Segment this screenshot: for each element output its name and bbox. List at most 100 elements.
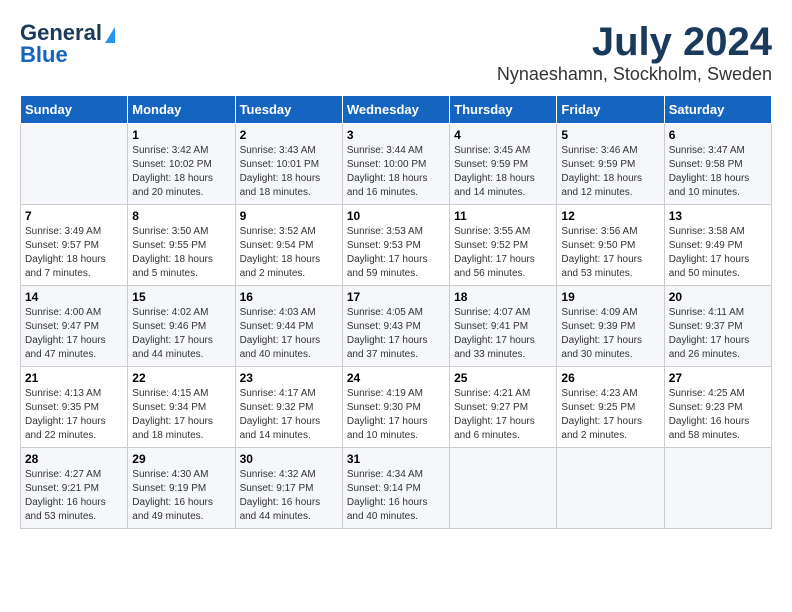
day-number: 19 (561, 290, 659, 304)
day-number: 10 (347, 209, 445, 223)
day-info: Sunrise: 3:43 AM Sunset: 10:01 PM Daylig… (240, 144, 338, 200)
day-number: 24 (347, 371, 445, 385)
calendar-cell (557, 448, 664, 529)
day-info: Sunrise: 4:19 AM Sunset: 9:30 PM Dayligh… (347, 387, 445, 443)
title-section: July 2024 Nynaeshamn, Stockholm, Sweden (497, 20, 772, 85)
day-number: 28 (25, 452, 123, 466)
day-number: 7 (25, 209, 123, 223)
day-info: Sunrise: 4:27 AM Sunset: 9:21 PM Dayligh… (25, 468, 123, 524)
day-number: 18 (454, 290, 552, 304)
calendar-cell: 31Sunrise: 4:34 AM Sunset: 9:14 PM Dayli… (342, 448, 449, 529)
weekday-header-row: SundayMondayTuesdayWednesdayThursdayFrid… (21, 96, 772, 124)
calendar-cell: 25 Sunrise: 4:21 AM Sunset: 9:27 PM Dayli… (450, 367, 557, 448)
weekday-header-thursday: Thursday (450, 96, 557, 124)
day-info: Sunrise: 3:45 AM Sunset: 9:59 PM Dayligh… (454, 144, 552, 200)
calendar-cell: 29 Sunrise: 4:30 AM Sunset: 9:19 PM Dayli… (128, 448, 235, 529)
calendar-cell (450, 448, 557, 529)
calendar-cell: 4 Sunrise: 3:45 AM Sunset: 9:59 PM Daylig… (450, 124, 557, 205)
day-info: Sunrise: 3:44 AM Sunset: 10:00 PM Daylig… (347, 144, 445, 200)
weekday-header-friday: Friday (557, 96, 664, 124)
day-number: 13 (669, 209, 767, 223)
day-number: 22 (132, 371, 230, 385)
day-number: 4 (454, 128, 552, 142)
page-header: General Blue July 2024 Nynaeshamn, Stock… (20, 20, 772, 85)
day-info: Sunrise: 4:03 AM Sunset: 9:44 PM Dayligh… (240, 306, 338, 362)
logo-blue-text: Blue (20, 42, 68, 68)
calendar-week-row: 28 Sunrise: 4:27 AM Sunset: 9:21 PM Dayli… (21, 448, 772, 529)
day-info: Sunrise: 3:42 AM Sunset: 10:02 PM Daylig… (132, 144, 230, 200)
day-number: 9 (240, 209, 338, 223)
calendar-cell: 2 Sunrise: 3:43 AM Sunset: 10:01 PM Dayli… (235, 124, 342, 205)
calendar-cell: 6Sunrise: 3:47 AM Sunset: 9:58 PM Daylig… (664, 124, 771, 205)
calendar-cell (664, 448, 771, 529)
logo-arrow-icon (105, 27, 115, 43)
calendar-cell: 15 Sunrise: 4:02 AM Sunset: 9:46 PM Dayli… (128, 286, 235, 367)
day-info: Sunrise: 3:53 AM Sunset: 9:53 PM Dayligh… (347, 225, 445, 281)
calendar-cell: 5Sunrise: 3:46 AM Sunset: 9:59 PM Daylig… (557, 124, 664, 205)
day-info: Sunrise: 3:50 AM Sunset: 9:55 PM Dayligh… (132, 225, 230, 281)
day-info: Sunrise: 3:46 AM Sunset: 9:59 PM Dayligh… (561, 144, 659, 200)
day-number: 8 (132, 209, 230, 223)
logo: General Blue (20, 20, 115, 68)
day-number: 30 (240, 452, 338, 466)
day-info: Sunrise: 4:30 AM Sunset: 9:19 PM Dayligh… (132, 468, 230, 524)
day-info: Sunrise: 4:09 AM Sunset: 9:39 PM Dayligh… (561, 306, 659, 362)
calendar-cell (21, 124, 128, 205)
calendar-cell: 19 Sunrise: 4:09 AM Sunset: 9:39 PM Dayli… (557, 286, 664, 367)
day-number: 16 (240, 290, 338, 304)
day-info: Sunrise: 4:15 AM Sunset: 9:34 PM Dayligh… (132, 387, 230, 443)
calendar-cell: 8 Sunrise: 3:50 AM Sunset: 9:55 PM Daylig… (128, 205, 235, 286)
day-info: Sunrise: 4:21 AM Sunset: 9:27 PM Dayligh… (454, 387, 552, 443)
calendar-cell: 16 Sunrise: 4:03 AM Sunset: 9:44 PM Dayli… (235, 286, 342, 367)
day-number: 21 (25, 371, 123, 385)
day-number: 25 (454, 371, 552, 385)
day-info: Sunrise: 4:13 AM Sunset: 9:35 PM Dayligh… (25, 387, 123, 443)
calendar-cell: 21 Sunrise: 4:13 AM Sunset: 9:35 PM Dayli… (21, 367, 128, 448)
day-number: 11 (454, 209, 552, 223)
day-info: Sunrise: 4:25 AM Sunset: 9:23 PM Dayligh… (669, 387, 767, 443)
day-number: 12 (561, 209, 659, 223)
day-info: Sunrise: 3:52 AM Sunset: 9:54 PM Dayligh… (240, 225, 338, 281)
day-info: Sunrise: 4:05 AM Sunset: 9:43 PM Dayligh… (347, 306, 445, 362)
weekday-header-monday: Monday (128, 96, 235, 124)
calendar-cell: 13 Sunrise: 3:58 AM Sunset: 9:49 PM Dayli… (664, 205, 771, 286)
day-number: 31 (347, 452, 445, 466)
day-info: Sunrise: 3:49 AM Sunset: 9:57 PM Dayligh… (25, 225, 123, 281)
day-number: 17 (347, 290, 445, 304)
location-title: Nynaeshamn, Stockholm, Sweden (497, 64, 772, 85)
calendar-cell: 17 Sunrise: 4:05 AM Sunset: 9:43 PM Dayli… (342, 286, 449, 367)
day-number: 15 (132, 290, 230, 304)
calendar-cell: 18 Sunrise: 4:07 AM Sunset: 9:41 PM Dayli… (450, 286, 557, 367)
calendar-week-row: 1Sunrise: 3:42 AM Sunset: 10:02 PM Dayli… (21, 124, 772, 205)
calendar-cell: 11 Sunrise: 3:55 AM Sunset: 9:52 PM Dayli… (450, 205, 557, 286)
calendar-cell: 22 Sunrise: 4:15 AM Sunset: 9:34 PM Dayli… (128, 367, 235, 448)
calendar-cell: 12 Sunrise: 3:56 AM Sunset: 9:50 PM Dayli… (557, 205, 664, 286)
calendar-week-row: 21 Sunrise: 4:13 AM Sunset: 9:35 PM Dayli… (21, 367, 772, 448)
day-number: 27 (669, 371, 767, 385)
day-number: 3 (347, 128, 445, 142)
calendar-cell: 26Sunrise: 4:23 AM Sunset: 9:25 PM Dayli… (557, 367, 664, 448)
day-info: Sunrise: 4:00 AM Sunset: 9:47 PM Dayligh… (25, 306, 123, 362)
calendar-cell: 1Sunrise: 3:42 AM Sunset: 10:02 PM Dayli… (128, 124, 235, 205)
calendar-cell: 24 Sunrise: 4:19 AM Sunset: 9:30 PM Dayli… (342, 367, 449, 448)
day-info: Sunrise: 3:55 AM Sunset: 9:52 PM Dayligh… (454, 225, 552, 281)
day-number: 2 (240, 128, 338, 142)
calendar-week-row: 7 Sunrise: 3:49 AM Sunset: 9:57 PM Daylig… (21, 205, 772, 286)
day-info: Sunrise: 3:56 AM Sunset: 9:50 PM Dayligh… (561, 225, 659, 281)
calendar-cell: 23Sunrise: 4:17 AM Sunset: 9:32 PM Dayli… (235, 367, 342, 448)
weekday-header-wednesday: Wednesday (342, 96, 449, 124)
calendar-cell: 27 Sunrise: 4:25 AM Sunset: 9:23 PM Dayli… (664, 367, 771, 448)
calendar-cell: 28 Sunrise: 4:27 AM Sunset: 9:21 PM Dayli… (21, 448, 128, 529)
day-info: Sunrise: 3:47 AM Sunset: 9:58 PM Dayligh… (669, 144, 767, 200)
calendar-cell: 14Sunrise: 4:00 AM Sunset: 9:47 PM Dayli… (21, 286, 128, 367)
weekday-header-saturday: Saturday (664, 96, 771, 124)
day-number: 29 (132, 452, 230, 466)
calendar-cell: 7 Sunrise: 3:49 AM Sunset: 9:57 PM Daylig… (21, 205, 128, 286)
weekday-header-sunday: Sunday (21, 96, 128, 124)
day-info: Sunrise: 4:02 AM Sunset: 9:46 PM Dayligh… (132, 306, 230, 362)
day-info: Sunrise: 4:17 AM Sunset: 9:32 PM Dayligh… (240, 387, 338, 443)
calendar-cell: 9 Sunrise: 3:52 AM Sunset: 9:54 PM Daylig… (235, 205, 342, 286)
day-info: Sunrise: 3:58 AM Sunset: 9:49 PM Dayligh… (669, 225, 767, 281)
day-info: Sunrise: 4:07 AM Sunset: 9:41 PM Dayligh… (454, 306, 552, 362)
calendar-table: SundayMondayTuesdayWednesdayThursdayFrid… (20, 95, 772, 529)
